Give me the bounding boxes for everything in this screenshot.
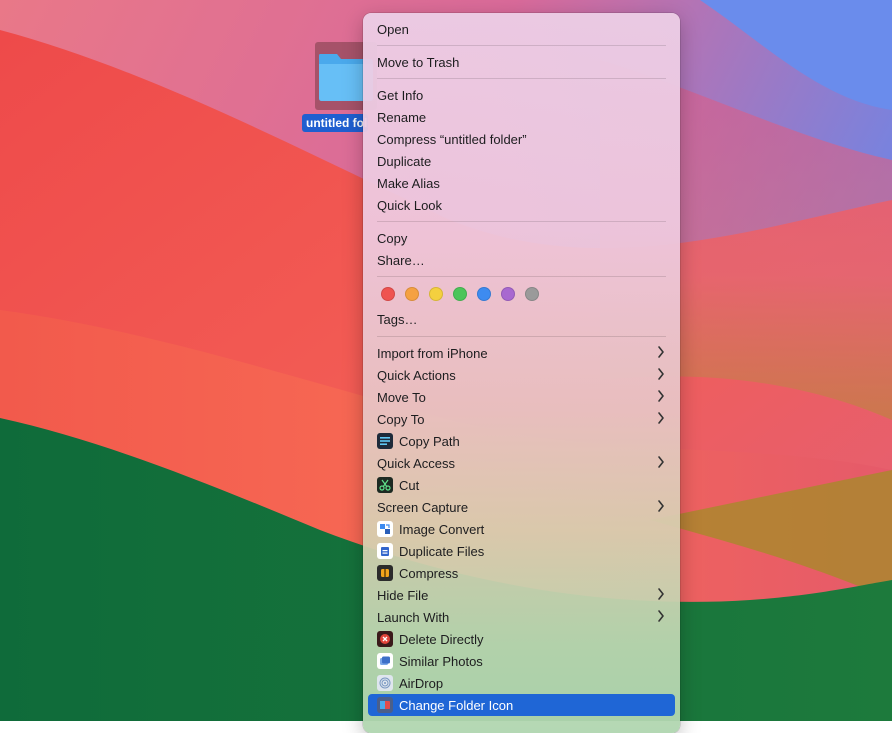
menu-item-move-to[interactable]: Move To bbox=[368, 386, 675, 408]
menu-separator bbox=[377, 78, 666, 79]
menu-item-label: Hide File bbox=[377, 587, 429, 603]
tag-gray-dot[interactable] bbox=[525, 287, 539, 301]
menu-item-label: Compress bbox=[399, 565, 459, 581]
menu-item-copy-path[interactable]: Copy Path bbox=[368, 430, 675, 452]
menu-item-duplicate-files[interactable]: Duplicate Files bbox=[368, 540, 675, 562]
menu-item-quick-actions[interactable]: Quick Actions bbox=[368, 364, 675, 386]
menu-item-label: Screen Capture bbox=[377, 499, 469, 515]
similar-photos-icon bbox=[377, 653, 393, 669]
scissors-icon bbox=[377, 477, 393, 493]
menu-item-label: Make Alias bbox=[377, 175, 440, 191]
airdrop-icon bbox=[377, 675, 393, 691]
image-convert-icon bbox=[377, 521, 393, 537]
menu-item-label: Open bbox=[377, 21, 409, 37]
menu-item-screen-capture[interactable]: Screen Capture bbox=[368, 496, 675, 518]
menu-item-label: Duplicate bbox=[377, 153, 432, 169]
menu-item-image-convert[interactable]: Image Convert bbox=[368, 518, 675, 540]
menu-item-label: AirDrop bbox=[399, 675, 444, 691]
menu-item-label: Share… bbox=[377, 252, 425, 268]
menu-item-make-alias[interactable]: Make Alias bbox=[368, 172, 675, 194]
menu-item-tags[interactable]: Tags… bbox=[368, 308, 675, 330]
menu-item-label: Copy bbox=[377, 230, 408, 246]
menu-item-move-to-trash[interactable]: Move to Trash bbox=[368, 51, 675, 73]
copy-path-icon bbox=[377, 433, 393, 449]
menu-item-similar-photos[interactable]: Similar Photos bbox=[368, 650, 675, 672]
context-menu: Open Move to Trash Get Info Rename Compr… bbox=[363, 13, 680, 733]
folder-name-label[interactable]: untitled folder bbox=[302, 114, 368, 132]
menu-separator bbox=[377, 221, 666, 222]
menu-item-label: Get Info bbox=[377, 87, 424, 103]
menu-item-label: Compress “untitled folder” bbox=[377, 131, 527, 147]
menu-item-rename[interactable]: Rename bbox=[368, 106, 675, 128]
menu-item-quick-look[interactable]: Quick Look bbox=[368, 194, 675, 216]
delete-icon bbox=[377, 631, 393, 647]
menu-item-launch-with[interactable]: Launch With bbox=[368, 606, 675, 628]
tag-orange-dot[interactable] bbox=[405, 287, 419, 301]
menu-separator bbox=[377, 336, 666, 337]
tag-purple-dot[interactable] bbox=[501, 287, 515, 301]
menu-item-label: Rename bbox=[377, 109, 427, 125]
menu-separator bbox=[377, 45, 666, 46]
menu-item-label: Copy To bbox=[377, 411, 425, 427]
tag-red-dot[interactable] bbox=[381, 287, 395, 301]
chevron-right-icon bbox=[658, 588, 664, 600]
menu-item-quick-access[interactable]: Quick Access bbox=[368, 452, 675, 474]
menu-item-get-info[interactable]: Get Info bbox=[368, 84, 675, 106]
menu-item-label: Tags… bbox=[377, 311, 418, 327]
menu-item-copy-to[interactable]: Copy To bbox=[368, 408, 675, 430]
menu-item-change-folder-icon[interactable]: Change Folder Icon bbox=[368, 694, 675, 716]
menu-item-copy[interactable]: Copy bbox=[368, 227, 675, 249]
menu-item-label: Cut bbox=[399, 477, 420, 493]
menu-item-label: Quick Look bbox=[377, 197, 443, 213]
menu-item-label: Move to Trash bbox=[377, 54, 460, 70]
menu-item-label: Image Convert bbox=[399, 521, 485, 537]
tag-yellow-dot[interactable] bbox=[429, 287, 443, 301]
menu-item-compress-ext[interactable]: Compress bbox=[368, 562, 675, 584]
menu-separator bbox=[377, 276, 666, 277]
chevron-right-icon bbox=[658, 346, 664, 358]
menu-item-import-from-iphone[interactable]: Import from iPhone bbox=[368, 342, 675, 364]
menu-item-label: Copy Path bbox=[399, 433, 460, 449]
menu-item-label: Quick Access bbox=[377, 455, 456, 471]
menu-item-share[interactable]: Share… bbox=[368, 249, 675, 271]
compress-icon bbox=[377, 565, 393, 581]
chevron-right-icon bbox=[658, 390, 664, 402]
menu-item-open[interactable]: Open bbox=[368, 18, 675, 40]
chevron-right-icon bbox=[658, 500, 664, 512]
chevron-right-icon bbox=[658, 368, 664, 380]
menu-item-hide-file[interactable]: Hide File bbox=[368, 584, 675, 606]
change-folder-icon-icon bbox=[377, 697, 393, 713]
menu-item-label: Similar Photos bbox=[399, 653, 483, 669]
menu-item-compress[interactable]: Compress “untitled folder” bbox=[368, 128, 675, 150]
menu-item-label: Delete Directly bbox=[399, 631, 484, 647]
menu-item-label: Move To bbox=[377, 389, 426, 405]
chevron-right-icon bbox=[658, 456, 664, 468]
menu-item-label: Change Folder Icon bbox=[399, 697, 514, 713]
menu-item-label: Import from iPhone bbox=[377, 345, 488, 361]
tag-green-dot[interactable] bbox=[453, 287, 467, 301]
chevron-right-icon bbox=[658, 412, 664, 424]
menu-item-cut[interactable]: Cut bbox=[368, 474, 675, 496]
menu-item-duplicate[interactable]: Duplicate bbox=[368, 150, 675, 172]
tag-blue-dot[interactable] bbox=[477, 287, 491, 301]
menu-item-airdrop[interactable]: AirDrop bbox=[368, 672, 675, 694]
duplicate-files-icon bbox=[377, 543, 393, 559]
menu-item-label: Quick Actions bbox=[377, 367, 456, 383]
menu-item-label: Launch With bbox=[377, 609, 450, 625]
menu-item-delete-directly[interactable]: Delete Directly bbox=[368, 628, 675, 650]
menu-item-label: Duplicate Files bbox=[399, 543, 485, 559]
chevron-right-icon bbox=[658, 610, 664, 622]
